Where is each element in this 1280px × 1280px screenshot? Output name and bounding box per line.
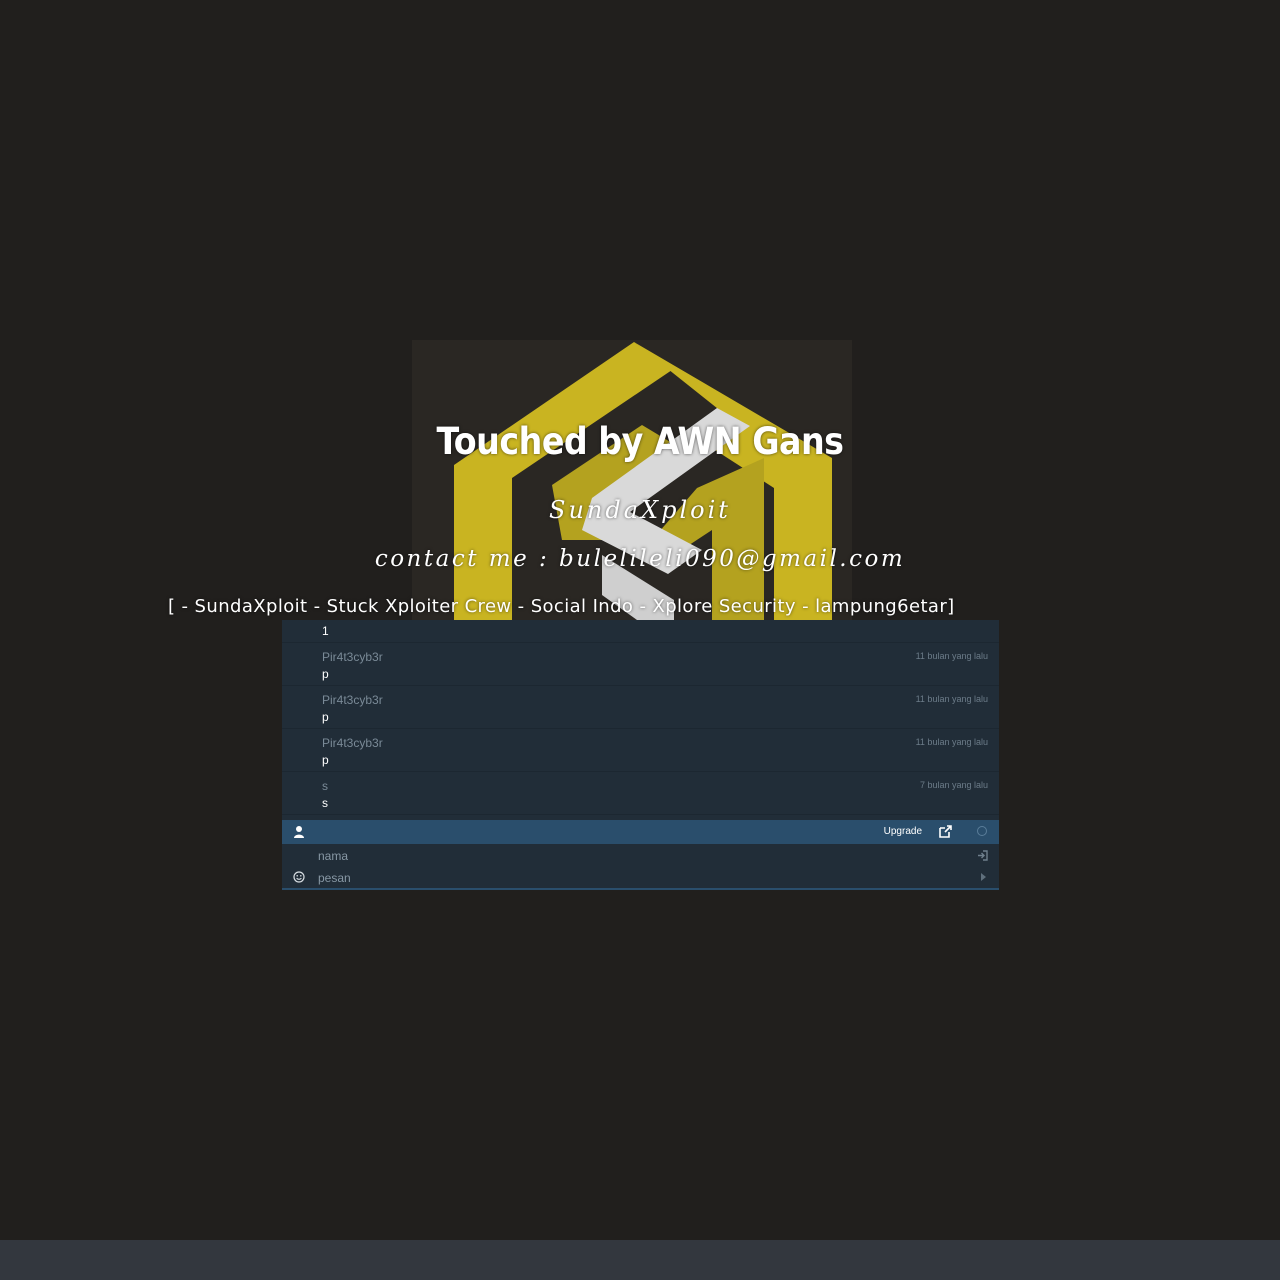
message-text: p (322, 753, 329, 767)
message-item: s 7 bulan yang lalu s (282, 772, 999, 815)
sign-in-icon[interactable] (977, 850, 988, 861)
message-time: 7 bulan yang lalu (919, 780, 988, 790)
message-text: p (322, 667, 329, 681)
message-author: Pir4t3cyb3r (322, 736, 383, 750)
message-item: 1 (282, 620, 999, 643)
message-item: Pir4t3cyb3r 11 bulan yang lalu p (282, 686, 999, 729)
message-time: 11 bulan yang lalu (915, 694, 988, 704)
external-link-icon[interactable] (939, 825, 952, 838)
caret-right-icon[interactable] (981, 873, 986, 881)
message-time: 11 bulan yang lalu (915, 737, 988, 747)
crew-list: [ - SundaXploit - Stuck Xploiter Crew - … (168, 596, 955, 617)
status-circle-icon (977, 826, 987, 836)
message-text: p (322, 710, 329, 724)
user-icon[interactable] (293, 825, 305, 839)
chat-toolbar: Upgrade (282, 820, 999, 844)
logo-icon (412, 340, 852, 620)
page-title: Touched by AWN Gans (436, 420, 844, 463)
name-input[interactable] (318, 846, 968, 866)
page: Touched by AWN Gans SundaXploit contact … (0, 0, 1280, 1280)
message-author: Pir4t3cyb3r (322, 650, 383, 664)
message-text: s (322, 796, 328, 810)
message-time: 11 bulan yang lalu (915, 651, 988, 661)
chat-widget: 1 Pir4t3cyb3r 11 bulan yang lalu p Pir4t… (282, 620, 999, 890)
message-list[interactable]: 1 Pir4t3cyb3r 11 bulan yang lalu p Pir4t… (282, 620, 999, 820)
upgrade-link[interactable]: Upgrade (884, 826, 922, 837)
message-item: Pir4t3cyb3r 11 bulan yang lalu p (282, 729, 999, 772)
contact-text: contact me : bulelileli090@gmail.com (374, 546, 906, 572)
chat-form (282, 844, 999, 890)
page-subtitle: SundaXploit (549, 496, 731, 524)
message-text: 1 (322, 624, 329, 638)
message-input[interactable] (318, 868, 968, 888)
message-item: Pir4t3cyb3r 11 bulan yang lalu p (282, 643, 999, 686)
message-author: Pir4t3cyb3r (322, 693, 383, 707)
message-author: s (322, 779, 328, 793)
bottom-bar (0, 1240, 1280, 1280)
smile-icon[interactable] (293, 871, 305, 883)
